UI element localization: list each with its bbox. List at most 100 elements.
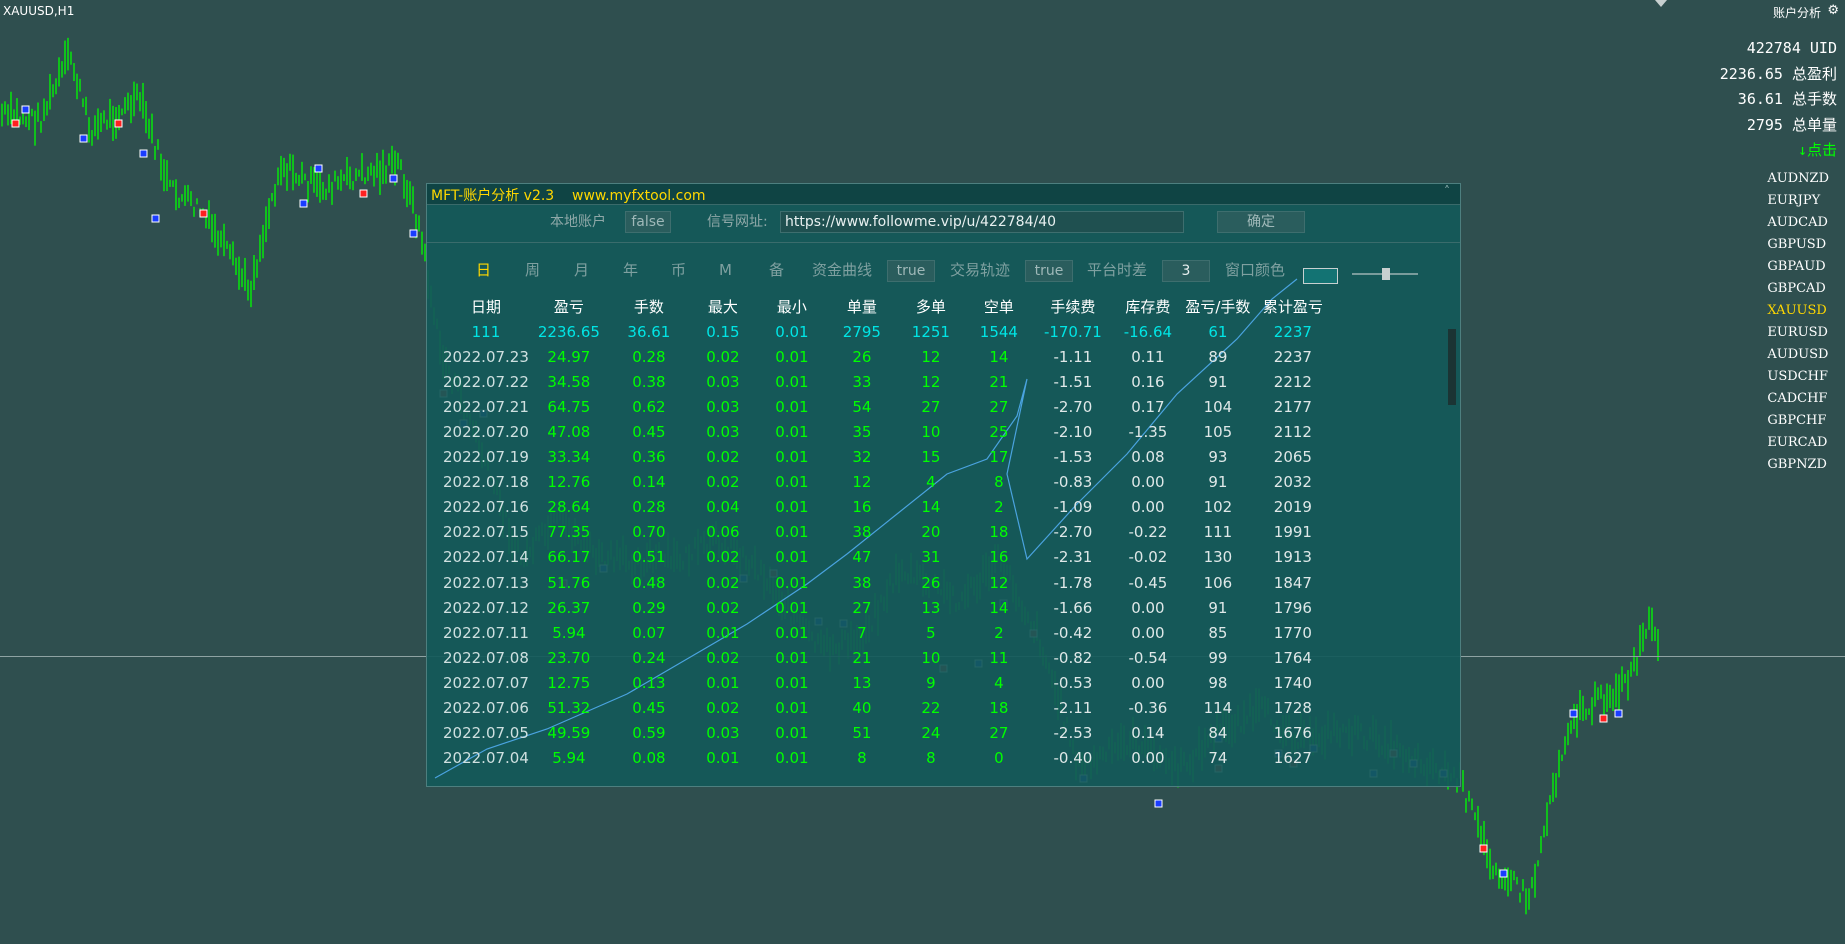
trade-track-toggle[interactable]: true [1025, 260, 1073, 282]
table-cell: 105 [1203, 423, 1233, 442]
column-header[interactable]: 盈亏/手数 [1183, 294, 1253, 319]
table-row[interactable]: 2022.07.19 33.34 0.36 0.02 0.01 32 15 17 -1.53 0.… [443, 445, 1333, 470]
table-cell: 0.13 [632, 673, 666, 692]
table-cell: 0.01 [775, 523, 809, 542]
symbol-item[interactable]: GBPCAD [1767, 278, 1829, 300]
symbol-item[interactable]: AUDNZD [1767, 168, 1829, 190]
table-cell: 0.01 [706, 749, 740, 768]
table-row[interactable]: 2022.07.18 12.76 0.14 0.02 0.01 12 4 8 -0.83 0.00… [443, 470, 1333, 495]
table-cell: 0.01 [775, 372, 809, 391]
tab-month[interactable]: 月 [574, 258, 589, 282]
table-cell: 0.02 [706, 347, 740, 366]
table-cell: 0.03 [706, 724, 740, 743]
table-cell: 21 [852, 648, 872, 667]
table-cell: 64.75 [547, 397, 591, 416]
symbol-item[interactable]: EURCAD [1767, 432, 1829, 454]
trade-marker-icon [151, 214, 160, 223]
table-cell: 14 [989, 347, 1009, 366]
symbol-item[interactable]: AUDUSD [1767, 344, 1829, 366]
local-account-field[interactable]: false [625, 211, 671, 233]
symbol-item[interactable]: EURJPY [1767, 190, 1829, 212]
gear-icon[interactable]: ⚙ [1827, 3, 1839, 18]
symbol-item[interactable]: USDCHF [1767, 366, 1829, 388]
tab-day[interactable]: 日 [476, 258, 491, 282]
symbol-item[interactable]: EURUSD [1767, 322, 1829, 344]
table-cell: 0.38 [632, 372, 666, 391]
table-row[interactable]: 2022.07.05 49.59 0.59 0.03 0.01 51 24 27 -2.53 0.… [443, 721, 1333, 746]
table-row[interactable]: 2022.07.13 51.76 0.48 0.02 0.01 38 26 12 -1.78 -0… [443, 570, 1333, 595]
table-row[interactable]: 2022.07.04 5.94 0.08 0.01 0.01 8 8 0 -0.40 0.00 74… [443, 746, 1333, 771]
column-header[interactable]: 手数 [609, 294, 689, 319]
table-row[interactable]: 2022.07.20 47.08 0.45 0.03 0.01 35 10 25 -2.10 -1… [443, 419, 1333, 444]
symbol-item[interactable]: GBPNZD [1767, 454, 1829, 476]
table-cell: 0.04 [706, 498, 740, 517]
window-color-swatch[interactable] [1303, 268, 1338, 284]
table-cell: 106 [1203, 573, 1233, 592]
table-cell: 98 [1208, 673, 1228, 692]
column-header[interactable]: 空单 [965, 294, 1033, 319]
table-cell: 2022.07.21 [443, 397, 529, 416]
symbol-item[interactable]: GBPUSD [1767, 234, 1829, 256]
table-row[interactable]: 2022.07.16 28.64 0.28 0.04 0.01 16 14 2 -1.09 0.0… [443, 495, 1333, 520]
table-cell: 66.17 [547, 548, 591, 567]
symbol-item[interactable]: GBPCHF [1767, 410, 1829, 432]
symbol-item[interactable]: AUDCAD [1767, 212, 1829, 234]
column-header[interactable]: 累计盈亏 [1253, 294, 1333, 319]
table-cell: 0.28 [632, 498, 666, 517]
table-cell: -2.53 [1053, 724, 1093, 743]
table-cell: 20 [921, 523, 941, 542]
table-cell: 51.32 [547, 699, 591, 718]
table-row[interactable]: 2022.07.22 34.58 0.38 0.03 0.01 33 12 21 -1.51 0.… [443, 369, 1333, 394]
table-cell: -2.11 [1053, 699, 1093, 718]
table-cell: 0.03 [706, 372, 740, 391]
table-cell: 2112 [1273, 423, 1312, 442]
table-row[interactable]: 2022.07.06 51.32 0.45 0.02 0.01 40 22 18 -2.11 -0… [443, 696, 1333, 721]
column-header[interactable]: 单量 [827, 294, 897, 319]
table-row[interactable]: 2022.07.15 77.35 0.70 0.06 0.01 38 20 18 -2.70 -0… [443, 520, 1333, 545]
table-cell: -0.42 [1053, 623, 1093, 642]
equity-curve-toggle[interactable]: true [887, 260, 935, 282]
symbol-item[interactable]: GBPAUD [1767, 256, 1829, 278]
tab-week[interactable]: 周 [525, 258, 540, 282]
table-row[interactable]: 2022.07.14 66.17 0.51 0.02 0.01 47 31 16 -2.31 -0… [443, 545, 1333, 570]
table-row[interactable]: 2022.07.23 24.97 0.28 0.02 0.01 26 12 14 -1.11 0.… [443, 344, 1333, 369]
table-cell: 17 [989, 448, 1009, 467]
signal-url-input[interactable]: https://www.followme.vip/u/422784/40 [780, 211, 1184, 233]
tab-m[interactable]: M [719, 258, 732, 282]
table-row[interactable]: 2022.07.12 26.37 0.29 0.02 0.01 27 13 14 -1.66 0.… [443, 595, 1333, 620]
table-row[interactable]: 2022.07.21 64.75 0.62 0.03 0.01 54 27 27 -2.70 0.… [443, 394, 1333, 419]
summary-cell: 1251 [911, 322, 950, 341]
table-cell: 0.03 [706, 397, 740, 416]
confirm-button[interactable]: 确定 [1217, 211, 1305, 233]
info-total-orders: 2795 总单量 [1746, 115, 1837, 134]
column-header[interactable]: 盈亏 [529, 294, 609, 319]
column-header[interactable]: 最大 [689, 294, 757, 319]
table-cell: 77.35 [547, 523, 591, 542]
shift-marker-icon[interactable] [1655, 0, 1667, 7]
table-cell: 27 [989, 397, 1009, 416]
column-header[interactable]: 日期 [443, 294, 529, 319]
column-header[interactable]: 多单 [897, 294, 965, 319]
column-header[interactable]: 最小 [757, 294, 827, 319]
table-row[interactable]: 2022.07.07 12.75 0.13 0.01 0.01 13 9 4 -0.53 0.00… [443, 670, 1333, 695]
table-cell: 114 [1203, 699, 1233, 718]
table-row[interactable]: 2022.07.11 5.94 0.07 0.01 0.01 7 5 2 -0.42 0.00 85… [443, 620, 1333, 645]
account-analysis-toggle[interactable]: 账户分析 [1773, 4, 1821, 21]
table-row[interactable]: 2022.07.08 23.70 0.24 0.02 0.01 21 10 11 -0.82 -0… [443, 645, 1333, 670]
symbol-item[interactable]: CADCHF [1767, 388, 1829, 410]
table-cell: 14 [989, 598, 1009, 617]
column-header[interactable]: 手续费 [1033, 294, 1113, 319]
symbol-item[interactable]: XAUUSD [1767, 300, 1829, 322]
table-cell: 27 [921, 397, 941, 416]
summary-row: 111 2236.65 36.61 0.15 0.01 2795 1251 1544 -170.… [443, 319, 1333, 344]
platform-tz-input[interactable]: 3 [1162, 260, 1210, 282]
click-hint[interactable]: ↓点击 [1720, 138, 1837, 162]
tab-currency[interactable]: 币 [671, 258, 686, 282]
opacity-slider-handle[interactable] [1382, 268, 1390, 280]
table-cell: 23.70 [547, 648, 591, 667]
tab-backup[interactable]: 备 [769, 258, 784, 282]
tab-year[interactable]: 年 [623, 258, 638, 282]
column-header[interactable]: 库存费 [1113, 294, 1183, 319]
table-cell: 22 [921, 699, 941, 718]
table-cell: 27 [989, 724, 1009, 743]
